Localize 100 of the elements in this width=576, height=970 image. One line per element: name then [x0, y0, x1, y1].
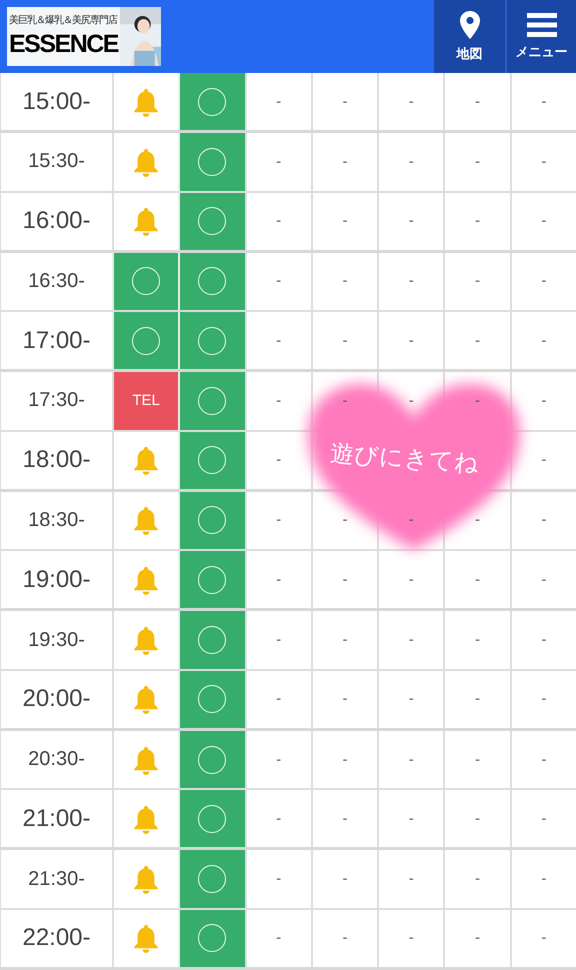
- bell-icon: [132, 146, 160, 177]
- dash-text: -: [475, 154, 480, 170]
- bell-icon: [132, 744, 160, 775]
- time-cell: 16:00-: [0, 192, 112, 250]
- dash-text: -: [342, 871, 348, 888]
- dash-text: -: [475, 632, 480, 648]
- dash-text: -: [475, 332, 480, 349]
- bell-icon: [132, 445, 160, 476]
- dash-text: -: [342, 632, 348, 648]
- sticker-text: 遊びにきてね: [329, 438, 480, 480]
- dash-text: -: [408, 332, 414, 349]
- dash-text: -: [475, 930, 480, 946]
- dash-text: -: [276, 810, 282, 827]
- circle-icon: [198, 267, 226, 296]
- dash-text: -: [342, 930, 348, 946]
- circle-icon: [198, 746, 226, 774]
- dash-text: -: [408, 392, 414, 409]
- circle-icon: [198, 566, 226, 594]
- dash-text: -: [342, 332, 348, 349]
- circle-icon: [198, 626, 226, 654]
- dash-text: -: [342, 392, 348, 409]
- dash-text: -: [276, 332, 282, 349]
- dash-text: -: [276, 452, 282, 468]
- dash-text: -: [342, 752, 348, 768]
- dash-text: -: [475, 392, 480, 409]
- dash-text: -: [342, 691, 348, 708]
- circle-icon: [198, 865, 226, 894]
- circle-icon: [198, 386, 226, 415]
- circle-icon: [132, 326, 160, 355]
- dash-text: -: [408, 752, 414, 768]
- dash-text: -: [276, 691, 282, 708]
- dash-text: -: [408, 273, 414, 290]
- dash-text: -: [342, 154, 348, 170]
- circle-icon: [198, 326, 226, 355]
- time-cell: 22:00-: [0, 910, 112, 967]
- bell-icon: [132, 864, 160, 894]
- dash-text: -: [408, 632, 414, 648]
- circle-icon: [198, 207, 226, 236]
- dash-text: -: [475, 213, 480, 230]
- bell-icon: [132, 923, 160, 954]
- dash-text: -: [342, 94, 348, 110]
- dash-text: -: [541, 512, 546, 528]
- dash-text: -: [276, 273, 282, 290]
- circle-icon: [198, 506, 226, 534]
- circle-icon: [198, 924, 226, 952]
- circle-icon: [198, 446, 226, 474]
- dash-text: -: [408, 691, 414, 708]
- circle-icon: [198, 804, 226, 833]
- dash-text: -: [541, 572, 546, 588]
- dash-text: -: [541, 332, 546, 349]
- dash-text: -: [276, 512, 282, 528]
- dash-text: -: [541, 273, 546, 290]
- time-cell: 20:00-: [0, 670, 112, 728]
- dash-text: -: [276, 572, 282, 588]
- dash-text: -: [342, 512, 348, 528]
- dash-text: -: [475, 94, 480, 110]
- time-cell: 20:30-: [0, 730, 112, 788]
- menu-button[interactable]: メニュー: [505, 0, 576, 73]
- dash-text: -: [276, 930, 282, 946]
- logo[interactable]: 美巨乳＆爆乳＆美尻専門店 ESSENCE: [7, 7, 161, 66]
- dash-text: -: [408, 930, 414, 946]
- dash-text: -: [541, 94, 546, 110]
- dash-text: -: [408, 154, 414, 170]
- bell-icon: [132, 564, 160, 595]
- time-cell: 18:30-: [0, 492, 112, 550]
- logo-name: ESSENCE: [9, 28, 120, 60]
- time-cell: 19:30-: [0, 611, 112, 669]
- dash-text: -: [541, 154, 546, 170]
- dash-text: -: [276, 632, 282, 648]
- dash-text: -: [541, 213, 546, 230]
- time-cell: 18:00-: [0, 432, 112, 489]
- dash-text: -: [408, 810, 414, 827]
- dash-text: -: [541, 452, 546, 468]
- time-cell: 21:30-: [0, 850, 112, 908]
- dash-text: -: [408, 871, 414, 888]
- dash-text: -: [342, 572, 348, 588]
- dash-text: -: [276, 94, 282, 110]
- logo-tagline: 美巨乳＆爆乳＆美尻専門店: [9, 14, 118, 26]
- menu-icon: [526, 12, 556, 36]
- bell-icon: [132, 206, 160, 236]
- circle-icon: [198, 685, 226, 714]
- dash-text: -: [475, 512, 480, 528]
- dash-text: -: [475, 691, 480, 708]
- dash-text: -: [276, 154, 282, 170]
- dash-text: -: [342, 273, 348, 290]
- bell-icon: [132, 505, 160, 536]
- time-cell: 15:30-: [0, 133, 112, 191]
- circle-icon: [198, 88, 226, 116]
- bell-icon: [132, 804, 160, 834]
- bell-icon: [132, 684, 160, 714]
- dash-text: -: [408, 213, 414, 230]
- bell-icon: [132, 86, 160, 117]
- dash-text: -: [408, 512, 414, 528]
- dash-text: -: [541, 930, 546, 946]
- dash-text: -: [342, 213, 348, 230]
- dash-text: -: [276, 752, 282, 768]
- map-button[interactable]: 地図: [434, 0, 505, 73]
- dash-text: -: [541, 392, 546, 409]
- dash-text: -: [276, 213, 282, 230]
- bell-icon: [132, 625, 160, 656]
